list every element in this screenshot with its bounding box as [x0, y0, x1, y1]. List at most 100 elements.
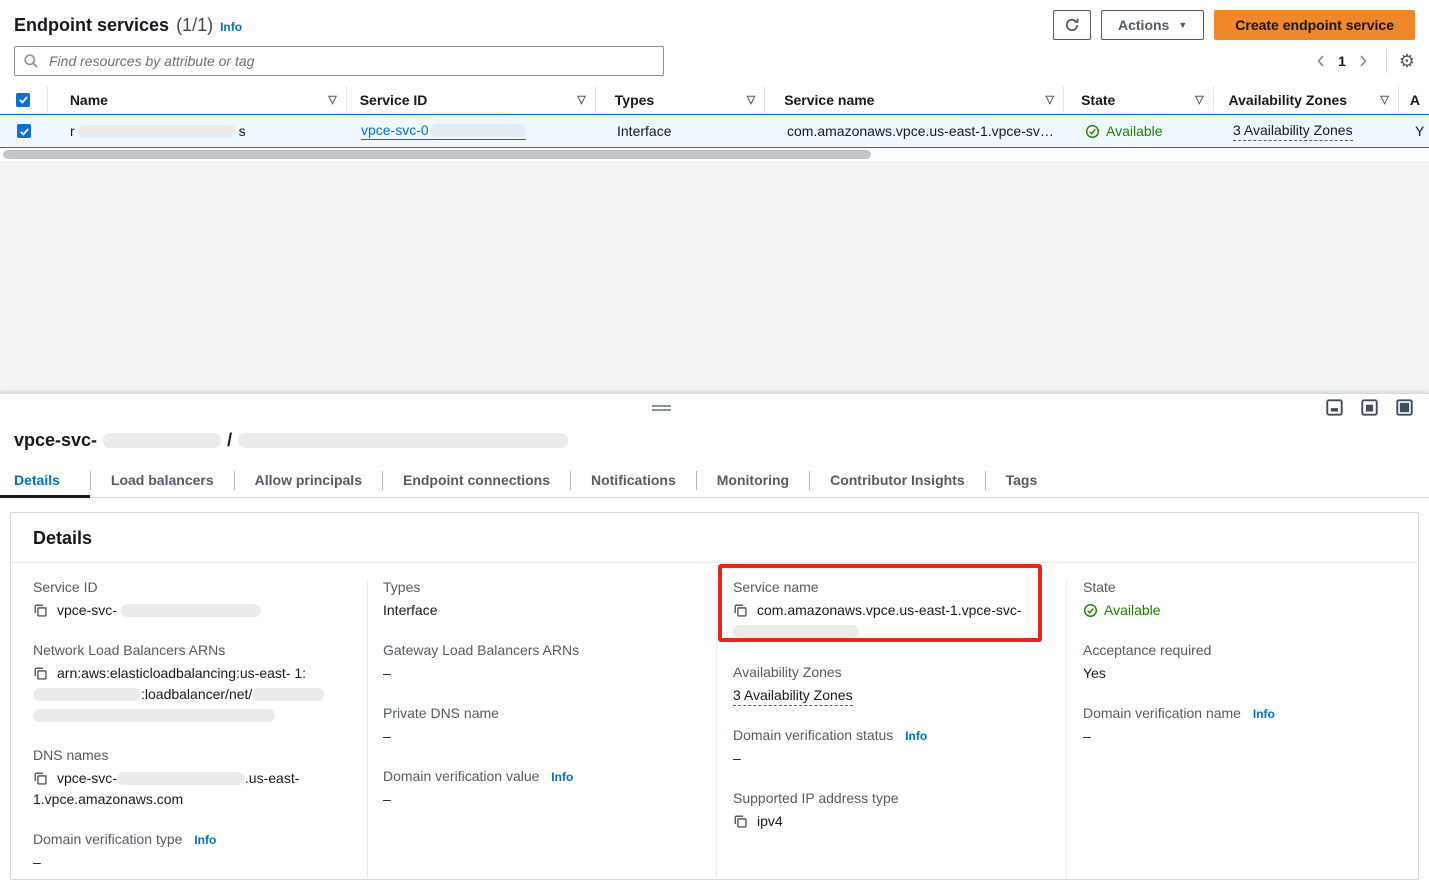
dns-name-value: .us-east-	[245, 770, 299, 786]
types-text: Interface	[617, 123, 671, 139]
panel-size-large-icon[interactable]	[1396, 399, 1413, 416]
service-id-link[interactable]: vpce-svc-0	[361, 122, 526, 140]
tab-notifications[interactable]: Notifications	[571, 464, 696, 498]
field-label: Supported IP address type	[733, 790, 1048, 806]
filter-icon[interactable]: ▽	[1380, 93, 1388, 106]
empty-value: –	[1083, 726, 1400, 747]
field-label: Private DNS name	[383, 705, 698, 721]
row-select-cell	[0, 115, 48, 147]
info-link[interactable]: Info	[905, 729, 927, 743]
tab-endpoint-connections[interactable]: Endpoint connections	[383, 464, 570, 498]
title-separator: /	[227, 430, 232, 451]
header-info-link[interactable]: Info	[220, 20, 242, 34]
create-endpoint-service-button[interactable]: Create endpoint service	[1214, 10, 1415, 40]
info-link[interactable]: Info	[551, 770, 573, 784]
nlb-arn-value: arn:aws:elasticloadbalancing:us-east-	[57, 665, 290, 681]
toolbar-divider	[1386, 49, 1387, 73]
copy-icon[interactable]	[33, 771, 48, 786]
details-column-4: State Available Acceptance required Yes …	[1067, 579, 1418, 878]
column-header-service-id[interactable]: Service ID ▽	[347, 86, 596, 113]
cell-types: Interface	[598, 115, 768, 147]
tab-allow-principals[interactable]: Allow principals	[235, 464, 382, 498]
field-label: DNS names	[33, 747, 349, 763]
types-value: Interface	[383, 600, 698, 621]
horizontal-scrollbar	[0, 148, 1429, 161]
copy-icon[interactable]	[33, 666, 48, 681]
tab-bar: Details Load balancers Allow principals …	[0, 464, 1429, 498]
endpoint-services-list-panel: Endpoint services (1/1) Info Actions ▼ C…	[0, 0, 1429, 161]
refresh-icon	[1064, 17, 1080, 33]
column-header-state[interactable]: State ▽	[1064, 86, 1213, 113]
filter-icon[interactable]: ▽	[577, 93, 585, 106]
row-checkbox[interactable]	[17, 124, 31, 138]
tab-tags[interactable]: Tags	[986, 464, 1058, 498]
preferences-gear-icon[interactable]: ⚙	[1399, 52, 1415, 70]
search-input[interactable]	[14, 46, 664, 76]
refresh-button[interactable]	[1053, 10, 1091, 40]
partial-text: Y	[1415, 123, 1424, 139]
actions-button[interactable]: Actions ▼	[1101, 10, 1204, 40]
available-check-icon	[1083, 603, 1098, 618]
state-value: Available	[1104, 600, 1161, 621]
copy-icon[interactable]	[733, 814, 748, 829]
table-header-row: Name ▽ Service ID ▽ Types ▽ Service name…	[0, 86, 1429, 114]
filter-icon[interactable]: ▽	[328, 93, 336, 106]
field-label: Domain verification type Info	[33, 831, 349, 847]
pagination-prev-icon[interactable]	[1310, 49, 1330, 73]
details-card: Details Service ID vpce-svc- Network Loa…	[10, 512, 1419, 880]
tab-load-balancers[interactable]: Load balancers	[91, 464, 234, 498]
column-header-types[interactable]: Types ▽	[596, 86, 765, 113]
availability-zones-popover[interactable]: 3 Availability Zones	[1233, 122, 1353, 141]
column-header-availability-zones[interactable]: Availability Zones ▽	[1214, 86, 1399, 113]
pagination-next-icon[interactable]	[1354, 49, 1374, 73]
service-id-value: vpce-svc-	[57, 602, 117, 618]
field-label: Service name	[733, 579, 1048, 595]
service-id-text: vpce-svc-0	[361, 122, 429, 138]
filter-icon[interactable]: ▽	[1195, 93, 1203, 106]
result-count: (1/1)	[176, 15, 213, 36]
redacted-service-id	[431, 124, 526, 137]
ip-type-value: ipv4	[757, 813, 783, 829]
availability-zones-popover[interactable]: 3 Availability Zones	[733, 687, 853, 706]
pagination-page-1[interactable]: 1	[1338, 53, 1346, 69]
empty-value: –	[733, 748, 1048, 769]
filter-icon[interactable]: ▽	[1046, 93, 1054, 106]
redacted-account-id	[33, 688, 141, 701]
state-text: Available	[1106, 123, 1163, 139]
acceptance-value: Yes	[1083, 663, 1400, 684]
column-header-name[interactable]: Name ▽	[48, 86, 347, 113]
tab-monitoring[interactable]: Monitoring	[697, 464, 809, 498]
empty-value: –	[383, 663, 698, 684]
column-label: Availability Zones	[1229, 92, 1348, 108]
horizontal-scrollbar-thumb[interactable]	[3, 150, 871, 159]
field-label: Network Load Balancers ARNs	[33, 642, 349, 658]
field-label-text: Domain verification name	[1083, 705, 1241, 721]
dns-name-value: 1.vpce.amazonaws.com	[33, 789, 349, 810]
panel-size-medium-icon[interactable]	[1361, 399, 1378, 416]
empty-value: –	[383, 726, 698, 747]
available-check-icon	[1085, 124, 1100, 139]
page-title: Endpoint services	[14, 15, 169, 36]
redacted-lb-id	[33, 709, 275, 722]
copy-icon[interactable]	[33, 603, 48, 618]
column-label: A	[1410, 92, 1420, 108]
cell-service-id: vpce-svc-0	[348, 115, 598, 147]
split-panel-drag-handle[interactable]	[652, 403, 671, 413]
tab-contributor-insights[interactable]: Contributor Insights	[810, 464, 985, 498]
select-all-checkbox[interactable]	[16, 93, 30, 107]
field-label: State	[1083, 579, 1400, 595]
column-header-partial[interactable]: A	[1399, 86, 1429, 113]
field-label: Types	[383, 579, 698, 595]
filter-icon[interactable]: ▽	[747, 93, 755, 106]
field-label: Domain verification name Info	[1083, 705, 1400, 721]
table-row[interactable]: r s vpce-svc-0 Interface com.amazonaws.v…	[0, 114, 1429, 148]
info-link[interactable]: Info	[194, 833, 216, 847]
search-icon	[23, 53, 39, 69]
column-label: Service name	[784, 92, 874, 108]
service-name-value: com.amazonaws.vpce.us-east-1.vpce-svc-	[757, 602, 1022, 618]
panel-size-small-icon[interactable]	[1326, 399, 1343, 416]
column-header-service-name[interactable]: Service name ▽	[765, 86, 1064, 113]
copy-icon[interactable]	[733, 603, 748, 618]
info-link[interactable]: Info	[1253, 707, 1275, 721]
tab-details[interactable]: Details	[0, 464, 90, 498]
